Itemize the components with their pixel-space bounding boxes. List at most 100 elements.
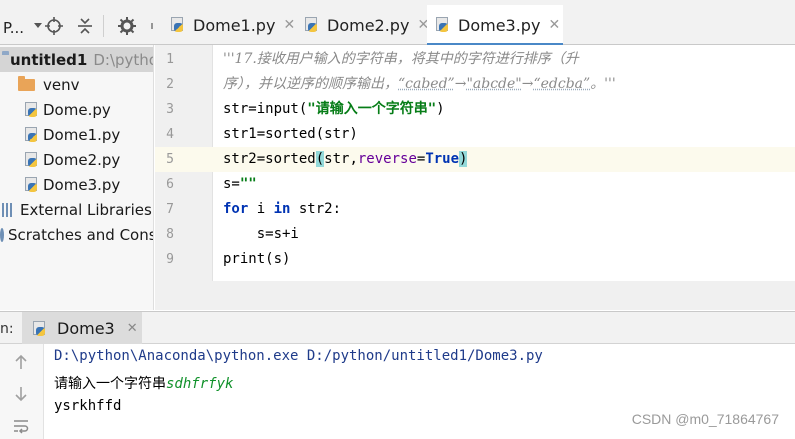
project-tree: untitled1 D:\pytho venv Dome.py Dome1.py…	[0, 45, 154, 310]
project-path: D:\pytho	[93, 50, 154, 69]
docstring-quoted: "abcde"	[466, 76, 522, 92]
docstring-end: 。'''	[590, 76, 616, 92]
line-number: 8	[166, 227, 174, 242]
editor-bottom-band	[155, 281, 795, 310]
keyword: for	[223, 201, 249, 217]
line-number: 6	[166, 177, 174, 192]
soft-wrap-icon[interactable]	[12, 418, 30, 436]
python-file-icon	[304, 17, 319, 33]
tree-item-label: External Libraries	[20, 200, 152, 219]
code-token: )	[436, 101, 445, 117]
tree-item-external-libraries[interactable]: External Libraries	[0, 197, 153, 222]
library-icon	[2, 202, 14, 217]
hide-icon[interactable]	[144, 16, 164, 36]
docstring-arrow: →	[521, 76, 534, 92]
line-number: 1	[166, 52, 174, 67]
down-arrow-icon[interactable]	[12, 386, 30, 404]
tab-label: Dome3.py	[458, 15, 541, 35]
run-panel-header: n: Dome3 ✕	[0, 311, 795, 345]
docstring-quoted: “cabed”	[398, 76, 455, 92]
watermark: CSDN @m0_71864767	[631, 411, 779, 427]
tree-item-label: venv	[43, 75, 80, 94]
python-file-icon	[24, 126, 39, 143]
line-number: 7	[166, 202, 174, 217]
tree-item-root[interactable]: untitled1 D:\pytho	[0, 47, 154, 72]
python-file-icon	[170, 17, 185, 33]
code-token: str2=sorted	[223, 151, 316, 167]
code-token: str2:	[290, 201, 342, 217]
project-view-menu[interactable]: P...	[3, 19, 24, 37]
close-icon[interactable]: ✕	[127, 321, 138, 336]
tree-item-label: Dome1.py	[43, 125, 121, 144]
project-name: untitled1	[10, 50, 88, 69]
keyword-argument: reverse	[357, 151, 417, 167]
close-icon[interactable]: ✕	[283, 17, 295, 33]
run-label: n:	[0, 321, 14, 337]
console-prompt: 请输入一个字符串	[54, 376, 166, 392]
editor-toolbar: P... Dome1.py ✕ Dome2.py ✕ Dome3.py ✕	[0, 5, 795, 46]
tree-item-dome2[interactable]: Dome2.py	[0, 147, 153, 172]
line-number: 9	[166, 252, 174, 267]
tree-item-label: Dome.py	[43, 100, 111, 119]
python-file-icon	[32, 320, 47, 337]
code-line-2: 序），并以逆序的顺序输出，“cabed”→"abcde"→“edcba”。'''	[223, 72, 616, 97]
console-input-line: 请输入一个字符串sdhfrfyk	[54, 373, 233, 393]
matched-paren: (	[315, 151, 325, 167]
code-line-5: str2=sorted(str,reverse=True)	[223, 147, 468, 172]
gear-icon[interactable]	[117, 16, 137, 36]
code-line-4: str1=sorted(str)	[223, 126, 358, 142]
code-line-6: s=""	[223, 172, 257, 197]
run-tab-dome3[interactable]: Dome3 ✕	[22, 312, 142, 345]
tree-item-dome1[interactable]: Dome1.py	[0, 122, 153, 147]
console-output-line: ysrkhffd	[54, 398, 122, 414]
tab-label: Dome1.py	[193, 15, 276, 35]
tab-label: Dome2.py	[327, 15, 410, 35]
python-file-icon	[435, 17, 450, 33]
line-number: 2	[166, 77, 174, 92]
code-editor[interactable]: '''17.接收用户输入的字符串，将其中的字符进行排序（升 序），并以逆序的顺序…	[213, 45, 795, 281]
up-arrow-icon[interactable]	[12, 354, 30, 372]
tab-dome3[interactable]: Dome3.py ✕	[427, 5, 563, 46]
editor-gutter: 1 2 3 4 5 6 7 8 9	[155, 45, 213, 281]
code-line-8: s=s+i	[223, 226, 299, 242]
line-number: 4	[166, 127, 174, 142]
docstring-arrow: →	[454, 76, 467, 92]
python-file-icon	[24, 176, 39, 193]
tree-item-label: Dome3.py	[43, 175, 121, 194]
code-token: str,	[324, 151, 358, 167]
matched-paren: )	[459, 151, 468, 167]
tab-dome2[interactable]: Dome2.py ✕	[296, 5, 429, 45]
tree-item-label: Scratches and Cons	[8, 225, 154, 244]
boolean-literal: True	[425, 151, 460, 167]
console-user-input: sdhfrfyk	[166, 376, 234, 392]
keyword: in	[273, 201, 291, 217]
code-line-7: for i in str2:	[223, 197, 341, 222]
docstring-part: 序），并以逆序的顺序输出，	[223, 76, 398, 92]
code-line-9: print(s)	[223, 251, 291, 267]
close-icon[interactable]: ✕	[548, 17, 560, 33]
code-line-1: '''17.接收用户输入的字符串，将其中的字符进行排序（升	[223, 51, 579, 67]
code-token: i	[248, 201, 274, 217]
toolbar-separator	[103, 15, 104, 37]
tree-item-dome[interactable]: Dome.py	[0, 97, 153, 122]
docstring-quoted: “edcba”	[533, 76, 591, 92]
python-file-icon	[24, 101, 39, 118]
scratch-icon	[0, 227, 4, 242]
run-tab-label: Dome3	[57, 319, 115, 338]
code-token: str=input(	[223, 101, 308, 117]
string-literal: "请输入一个字符串"	[307, 101, 437, 117]
locate-crosshair-icon[interactable]	[44, 16, 64, 36]
line-number: 3	[166, 102, 174, 117]
tree-item-scratches[interactable]: Scratches and Cons	[0, 222, 154, 247]
console-command-line: D:\python\Anaconda\python.exe D:/python/…	[54, 348, 543, 364]
folder-icon	[18, 75, 35, 91]
tree-item-venv[interactable]: venv	[0, 72, 153, 97]
tab-dome1[interactable]: Dome1.py ✕	[162, 5, 295, 45]
code-line-3: str=input("请输入一个字符串")	[223, 97, 445, 122]
string-literal: ""	[239, 176, 257, 192]
line-number: 5	[166, 152, 174, 167]
python-file-icon	[24, 151, 39, 168]
run-side-toolbar	[0, 344, 44, 439]
collapse-all-icon[interactable]	[75, 16, 95, 36]
tree-item-dome3[interactable]: Dome3.py	[0, 172, 153, 197]
